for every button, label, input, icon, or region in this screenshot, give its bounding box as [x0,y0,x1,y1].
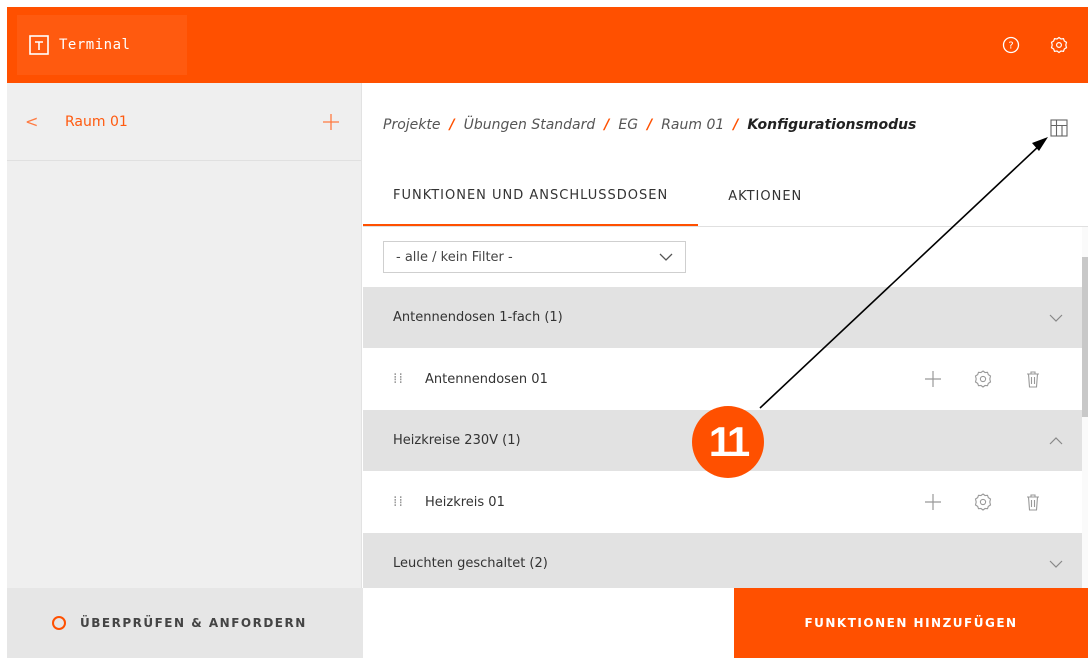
filter-select[interactable]: - alle / kein Filter - [383,241,686,273]
plus-icon[interactable] [923,369,943,389]
gear-icon[interactable] [973,492,993,512]
terminal-logo-icon [29,35,49,55]
trash-icon[interactable] [1023,369,1043,389]
tab-bar: FUNKTIONEN UND ANSCHLUSSDOSEN AKTIONEN [363,167,1088,227]
group-header-leuchten[interactable]: Leuchten geschaltet (2) [363,533,1083,588]
group-title: Antennendosen 1-fach (1) [393,310,563,325]
brand[interactable]: Terminal [17,15,187,75]
group-header-antennendosen[interactable]: Antennendosen 1-fach (1) [363,287,1083,348]
annotation-badge: 11 [692,406,764,478]
drag-handle-icon[interactable]: ⁞⁞ [393,371,425,387]
footer-spacer [363,588,734,658]
main-panel: Projekte / Übungen Standard / EG / Raum … [363,83,1088,588]
plus-icon[interactable] [923,492,943,512]
breadcrumb-separator: / [733,117,739,133]
tab-aktionen[interactable]: AKTIONEN [698,167,832,226]
group-title: Heizkreise 230V (1) [393,433,521,448]
tab-funktionen[interactable]: FUNKTIONEN UND ANSCHLUSSDOSEN [363,167,699,226]
breadcrumb-item-raum[interactable]: Raum 01 [661,117,724,133]
list-item[interactable]: ⁞⁞ Heizkreis 01 [363,471,1083,533]
chevron-up-icon[interactable] [1049,436,1063,446]
scrollbar-thumb[interactable] [1082,257,1088,417]
gear-icon[interactable] [1050,36,1068,54]
breadcrumb: Projekte / Übungen Standard / EG / Raum … [363,83,1088,167]
breadcrumb-current: Konfigurationsmodus [747,117,917,133]
item-label: Heizkreis 01 [425,494,505,510]
chevron-down-icon [659,253,673,261]
check-request-label: ÜBERPRÜFEN & ANFORDERN [80,616,307,630]
grid-view-icon[interactable] [1050,119,1068,137]
help-icon[interactable]: ? [1002,36,1020,54]
filter-value: - alle / kein Filter - [396,249,513,265]
add-functions-button[interactable]: FUNKTIONEN HINZUFÜGEN [734,588,1088,658]
scrollbar[interactable] [1082,227,1088,588]
chevron-down-icon[interactable] [1049,559,1063,569]
svg-text:?: ? [1008,41,1013,52]
breadcrumb-item-projekte[interactable]: Projekte [383,117,440,133]
room-name: Raum 01 [65,113,128,130]
group-title: Leuchten geschaltet (2) [393,556,548,571]
item-label: Antennendosen 01 [425,371,548,387]
breadcrumb-item-uebungen[interactable]: Übungen Standard [464,117,596,133]
trash-icon[interactable] [1023,492,1043,512]
gear-icon[interactable] [973,369,993,389]
list-item[interactable]: ⁞⁞ Antennendosen 01 [363,348,1083,410]
app-name: Terminal [59,37,131,53]
breadcrumb-separator: / [449,117,455,133]
breadcrumb-separator: / [647,117,653,133]
breadcrumb-item-eg[interactable]: EG [618,117,638,133]
sidebar: < Raum 01 [7,83,362,588]
chevron-down-icon[interactable] [1049,313,1063,323]
drag-handle-icon[interactable]: ⁞⁞ [393,494,425,510]
sidebar-room-row[interactable]: < Raum 01 [7,83,361,161]
plus-icon[interactable] [321,112,341,132]
top-bar: Terminal ? [7,7,1088,83]
circle-icon [52,616,66,630]
check-request-button[interactable]: ÜBERPRÜFEN & ANFORDERN [7,588,363,658]
breadcrumb-separator: / [604,117,610,133]
chevron-left-icon[interactable]: < [25,112,65,131]
